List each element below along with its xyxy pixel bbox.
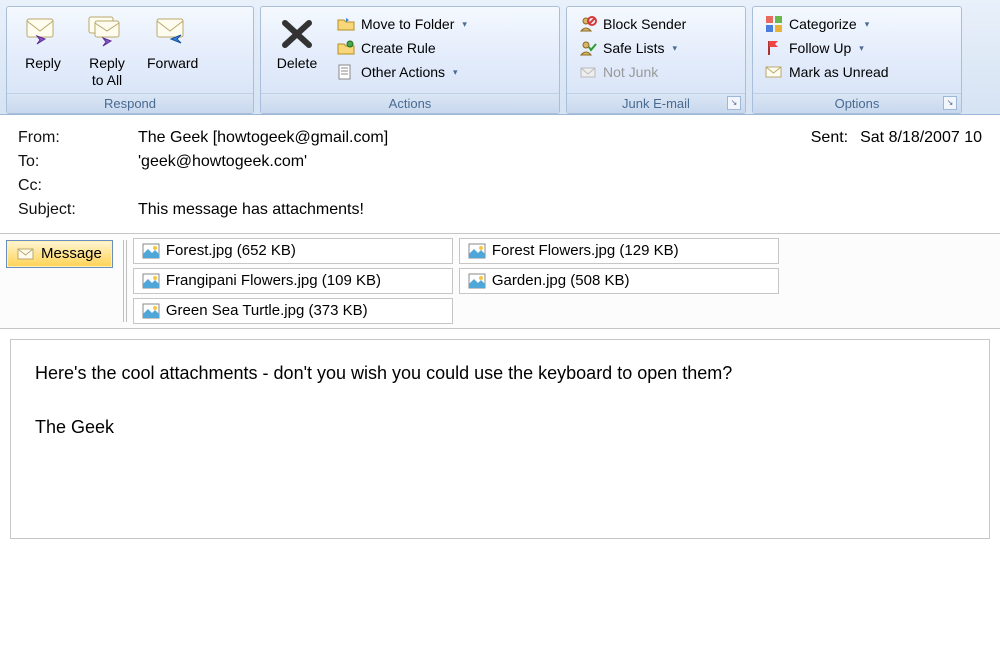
create-rule-button[interactable]: Create Rule: [333, 37, 471, 59]
to-value: 'geek@howtogeek.com': [138, 153, 982, 171]
flag-icon: [765, 39, 783, 57]
group-actions-title: Actions: [261, 93, 559, 113]
attachment-label: Forest.jpg (652 KB): [166, 242, 296, 259]
block-sender-icon: [579, 15, 597, 33]
not-junk-button: Not Junk: [575, 61, 690, 83]
not-junk-label: Not Junk: [603, 64, 658, 80]
sent-value: Sat 8/18/2007 10: [860, 129, 982, 147]
follow-up-label: Follow Up: [789, 40, 851, 56]
create-rule-label: Create Rule: [361, 40, 436, 56]
body-line: Here's the cool attachments - don't you …: [35, 360, 965, 387]
mark-unread-button[interactable]: Mark as Unread: [761, 61, 893, 83]
reply-button[interactable]: Reply: [11, 11, 75, 76]
image-file-icon: [142, 242, 160, 260]
categorize-button[interactable]: Categorize ▾: [761, 13, 893, 35]
dialog-launcher-icon[interactable]: ↘: [727, 96, 741, 110]
reply-label: Reply: [25, 55, 61, 72]
chevron-down-icon: ▾: [453, 67, 458, 78]
categorize-icon: [765, 15, 783, 33]
forward-button[interactable]: Forward: [139, 11, 206, 76]
from-label: From:: [18, 129, 138, 147]
reply-icon: [23, 13, 63, 53]
attachment-label: Green Sea Turtle.jpg (373 KB): [166, 302, 368, 319]
attachment-label: Frangipani Flowers.jpg (109 KB): [166, 272, 381, 289]
mark-unread-label: Mark as Unread: [789, 64, 889, 80]
group-actions: Delete Move to Folder ▾ Create Ru: [260, 6, 560, 114]
safe-lists-button[interactable]: Safe Lists ▾: [575, 37, 690, 59]
message-body: Here's the cool attachments - don't you …: [10, 339, 990, 539]
chevron-down-icon: ▾: [865, 19, 870, 30]
group-respond-title: Respond: [7, 93, 253, 113]
attachment-item[interactable]: Green Sea Turtle.jpg (373 KB): [133, 298, 453, 324]
attachment-label: Forest Flowers.jpg (129 KB): [492, 242, 679, 259]
reply-all-icon: [87, 13, 127, 53]
move-to-folder-button[interactable]: Move to Folder ▾: [333, 13, 471, 35]
attachment-item[interactable]: Forest.jpg (652 KB): [133, 238, 453, 264]
dialog-launcher-icon[interactable]: ↘: [943, 96, 957, 110]
image-file-icon: [468, 242, 486, 260]
reply-all-button[interactable]: Reply to All: [75, 11, 139, 93]
attachment-item[interactable]: Frangipani Flowers.jpg (109 KB): [133, 268, 453, 294]
attachment-list: Forest.jpg (652 KB) Forest Flowers.jpg (…: [133, 234, 779, 328]
from-value: The Geek [howtogeek@gmail.com]: [138, 129, 811, 147]
image-file-icon: [142, 302, 160, 320]
reply-all-label: Reply to All: [89, 55, 125, 89]
move-to-folder-label: Move to Folder: [361, 16, 454, 32]
not-junk-icon: [579, 63, 597, 81]
attachment-item[interactable]: Garden.jpg (508 KB): [459, 268, 779, 294]
attachment-area: Message Forest.jpg (652 KB) Forest Flowe…: [0, 233, 1000, 329]
ribbon: Reply Reply to All Forward: [0, 0, 1000, 115]
message-header: From: The Geek [howtogeek@gmail.com] Sen…: [0, 115, 1000, 233]
folder-move-icon: [337, 15, 355, 33]
other-actions-button[interactable]: Other Actions ▾: [333, 61, 471, 83]
chevron-down-icon: ▾: [462, 19, 467, 30]
attachment-item[interactable]: Forest Flowers.jpg (129 KB): [459, 238, 779, 264]
cc-label: Cc:: [18, 177, 138, 195]
block-sender-label: Block Sender: [603, 16, 686, 32]
envelope-icon: [17, 245, 35, 263]
forward-label: Forward: [147, 55, 198, 72]
mark-unread-icon: [765, 63, 783, 81]
other-actions-icon: [337, 63, 355, 81]
follow-up-button[interactable]: Follow Up ▾: [761, 37, 893, 59]
message-tab-label: Message: [41, 245, 102, 262]
subject-value: This message has attachments!: [138, 201, 982, 219]
group-junk: Block Sender Safe Lists ▾: [566, 6, 746, 114]
separator: [123, 240, 129, 322]
safe-lists-label: Safe Lists: [603, 40, 664, 56]
image-file-icon: [468, 272, 486, 290]
group-junk-title: Junk E-mail ↘: [567, 93, 745, 113]
cc-value: [138, 177, 982, 195]
delete-label: Delete: [277, 55, 317, 72]
subject-label: Subject:: [18, 201, 138, 219]
sent-label: Sent:: [811, 129, 848, 147]
delete-button[interactable]: Delete: [265, 11, 329, 76]
safe-lists-icon: [579, 39, 597, 57]
block-sender-button[interactable]: Block Sender: [575, 13, 690, 35]
create-rule-icon: [337, 39, 355, 57]
categorize-label: Categorize: [789, 16, 857, 32]
chevron-down-icon: ▾: [672, 43, 677, 54]
group-options-title: Options ↘: [753, 93, 961, 113]
attachment-label: Garden.jpg (508 KB): [492, 272, 630, 289]
chevron-down-icon: ▾: [859, 43, 864, 54]
group-options: Categorize ▾ Follow Up ▾ Mar: [752, 6, 962, 114]
other-actions-label: Other Actions: [361, 64, 445, 80]
forward-icon: [153, 13, 193, 53]
to-label: To:: [18, 153, 138, 171]
message-tab[interactable]: Message: [6, 240, 113, 268]
image-file-icon: [142, 272, 160, 290]
group-respond: Reply Reply to All Forward: [6, 6, 254, 114]
delete-icon: [277, 13, 317, 53]
body-signature: The Geek: [35, 414, 965, 441]
